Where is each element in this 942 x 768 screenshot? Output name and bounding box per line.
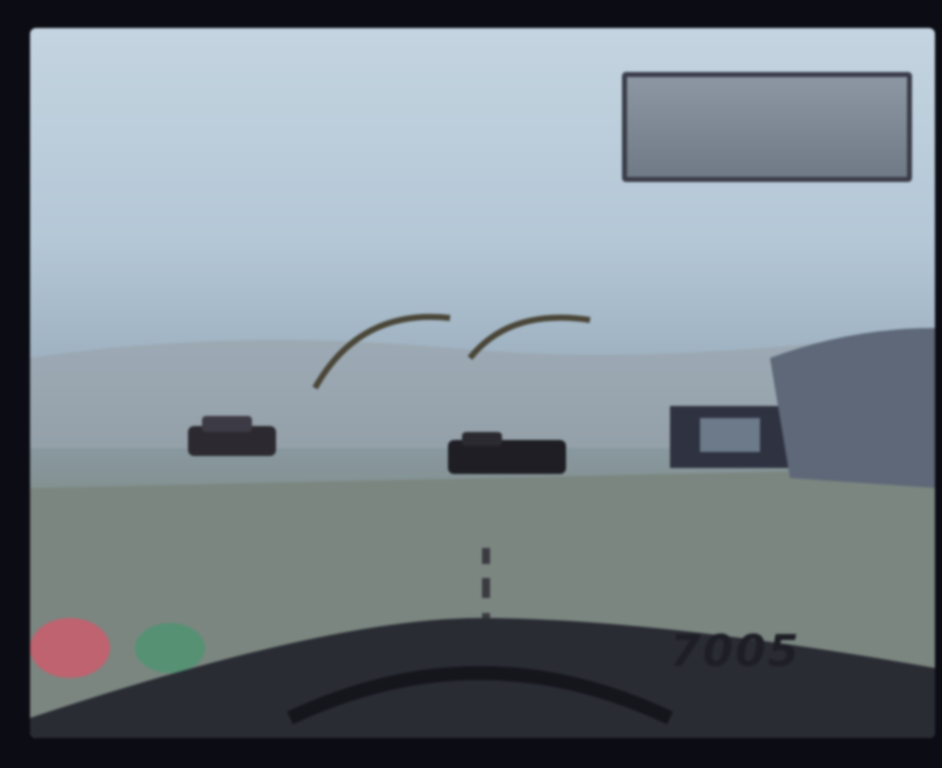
roadside-bushes bbox=[135, 623, 205, 673]
odometer-readout: 7005 bbox=[670, 626, 801, 677]
roadside-flowers bbox=[30, 618, 110, 678]
game-screen: 7005 bbox=[30, 28, 935, 738]
